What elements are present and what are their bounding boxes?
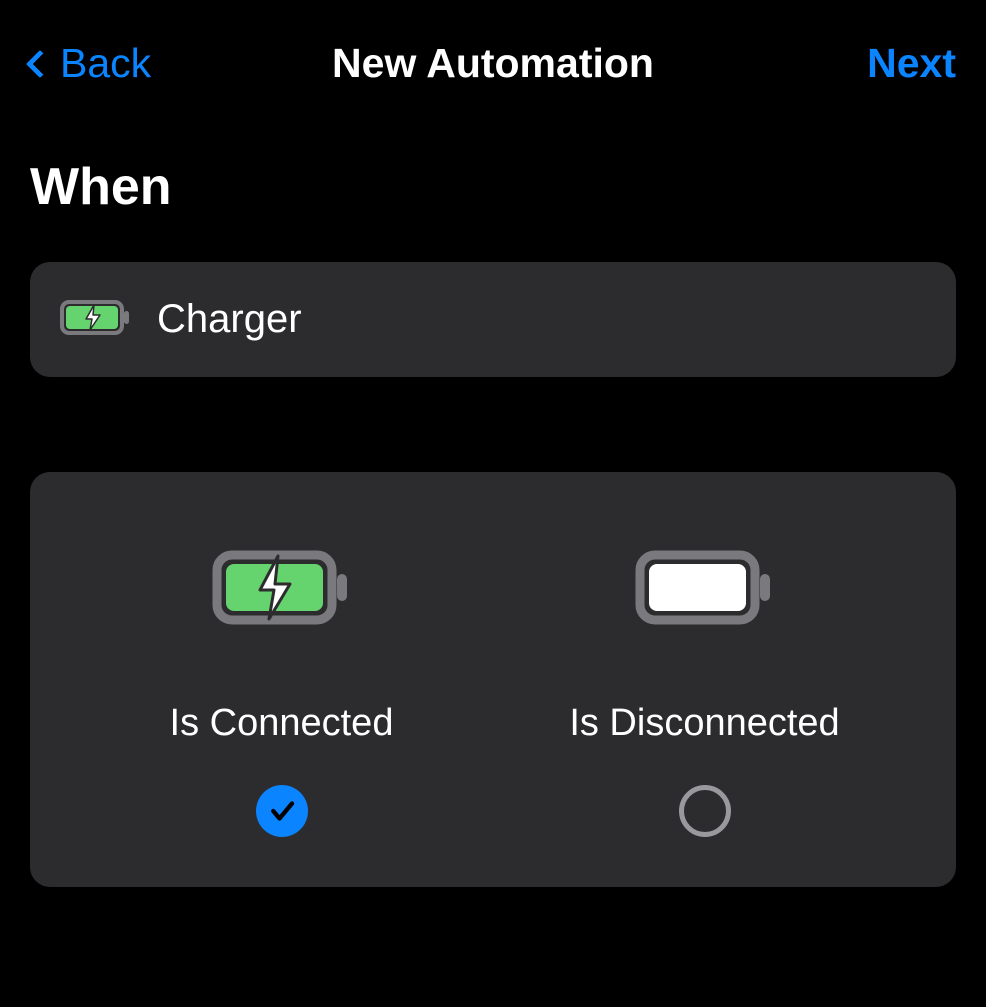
battery-charging-icon <box>212 532 352 642</box>
radio-unselected-icon <box>679 785 731 837</box>
chevron-left-icon <box>26 49 54 77</box>
content-area: When Charger Is Connected <box>0 107 986 887</box>
options-container: Is Connected Is Disconnected <box>30 472 956 887</box>
trigger-label: Charger <box>157 297 302 342</box>
option-is-connected[interactable]: Is Connected <box>70 532 493 837</box>
back-button[interactable]: Back <box>20 40 151 87</box>
section-title: When <box>30 157 956 217</box>
battery-full-icon <box>635 532 775 642</box>
option-connected-label: Is Connected <box>170 702 394 745</box>
trigger-row[interactable]: Charger <box>30 262 956 377</box>
option-disconnected-label: Is Disconnected <box>569 702 839 745</box>
page-title: New Automation <box>332 40 654 87</box>
back-label: Back <box>60 40 151 87</box>
navigation-bar: Back New Automation Next <box>0 0 986 107</box>
option-is-disconnected[interactable]: Is Disconnected <box>493 532 916 837</box>
charger-icon <box>60 300 132 340</box>
radio-selected-icon <box>256 785 308 837</box>
next-button[interactable]: Next <box>867 40 956 87</box>
